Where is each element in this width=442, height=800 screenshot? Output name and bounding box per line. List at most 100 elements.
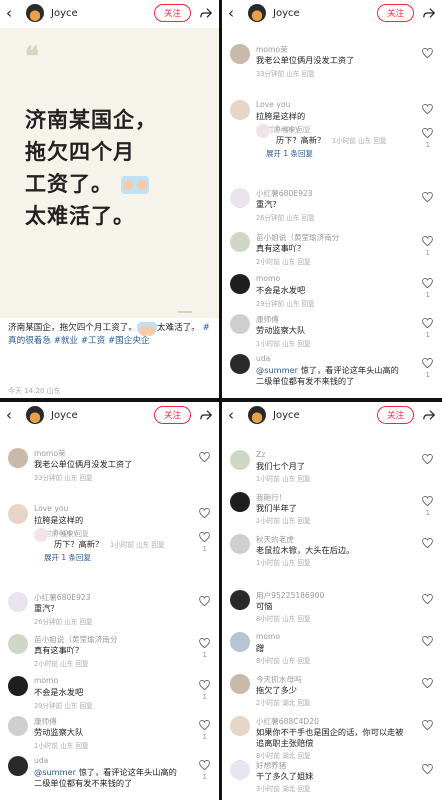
heart-icon[interactable]: [422, 720, 433, 731]
replier-name[interactable]: happy: [54, 528, 78, 537]
comment-meta[interactable]: 29分钟前 山东 回复: [34, 700, 93, 710]
hashtag[interactable]: #工资: [81, 336, 105, 346]
follow-button[interactable]: 关注: [153, 4, 191, 22]
avatar[interactable]: [248, 406, 266, 424]
avatar[interactable]: [26, 4, 44, 22]
commenter-avatar[interactable]: [230, 314, 250, 334]
heart-icon[interactable]: [422, 236, 433, 247]
heart-icon[interactable]: [422, 538, 433, 549]
comment-meta[interactable]: 29分钟前 山东 回复: [256, 298, 315, 308]
chevron-left-icon[interactable]: ‹: [6, 407, 20, 423]
commenter-avatar[interactable]: [230, 632, 250, 652]
commenter-name[interactable]: 康师傅: [256, 314, 279, 325]
commenter-avatar[interactable]: [230, 188, 250, 208]
commenter-name[interactable]: 好想养猪: [256, 760, 286, 771]
commenter-name[interactable]: 苗小姐说（黄莹瑜济南分: [34, 634, 118, 645]
heart-icon[interactable]: [422, 192, 433, 203]
heart-icon[interactable]: [422, 496, 433, 507]
heart-icon[interactable]: [199, 452, 210, 463]
comment-meta[interactable]: 1小时前 山东 回复: [34, 740, 89, 750]
commenter-name[interactable]: 小红薯680E923: [34, 592, 91, 603]
reply-meta[interactable]: 1小时前 山东 回复: [110, 539, 165, 549]
hashtag[interactable]: #国企央企: [108, 336, 150, 346]
expand-replies-link[interactable]: 展开 1 条回复: [266, 148, 313, 159]
heart-icon[interactable]: [199, 680, 210, 691]
comment-meta[interactable]: 3小时前 湖北 回复: [256, 783, 311, 793]
username[interactable]: Joyce: [51, 410, 154, 421]
heart-icon[interactable]: [422, 104, 433, 115]
username[interactable]: Joyce: [51, 8, 154, 19]
commenter-avatar[interactable]: [8, 716, 28, 736]
heart-icon[interactable]: [422, 636, 433, 647]
comment-meta[interactable]: 1小时前 山东 回复: [256, 473, 311, 483]
heart-icon[interactable]: [422, 594, 433, 605]
commenter-avatar[interactable]: [8, 676, 28, 696]
heart-icon[interactable]: [422, 128, 433, 139]
comment-meta[interactable]: 8小时前 山东 回复: [256, 655, 311, 665]
chevron-left-icon[interactable]: ‹: [6, 5, 20, 21]
comment-meta[interactable]: 8小时前 湖北 回复: [256, 750, 311, 760]
post-image[interactable]: ❝ 济南某国企， 拖欠四个月 工资了。 太难活了。: [0, 28, 219, 318]
commenter-avatar[interactable]: [230, 354, 250, 374]
reply-meta[interactable]: 1小时前 山东 回复: [332, 135, 387, 145]
heart-icon[interactable]: [199, 720, 210, 731]
share-icon[interactable]: [199, 408, 213, 422]
comment-meta[interactable]: 1小时前 山东 回复: [256, 557, 311, 567]
commenter-name[interactable]: 秋天的老虎: [256, 534, 294, 545]
follow-button[interactable]: 关注: [153, 406, 191, 424]
commenter-avatar[interactable]: [8, 756, 28, 776]
commenter-name[interactable]: 今天抓水母吗: [256, 674, 302, 685]
avatar[interactable]: [26, 406, 44, 424]
comment-meta[interactable]: 2小时前 湖北 回复: [256, 697, 311, 707]
commenter-name[interactable]: 苗小姐说（黄莹瑜济南分: [256, 232, 340, 243]
heart-icon[interactable]: [422, 278, 433, 289]
commenter-name[interactable]: 小红薯688C4D20: [256, 716, 319, 727]
comment-meta[interactable]: 1小时前 山东 回复: [256, 515, 311, 525]
commenter-avatar[interactable]: [230, 44, 250, 64]
comment-meta[interactable]: 2小时前 山东 回复: [34, 658, 89, 668]
chevron-left-icon[interactable]: ‹: [228, 5, 242, 21]
follow-button[interactable]: 关注: [376, 406, 414, 424]
commenter-name[interactable]: Love you: [34, 504, 68, 513]
share-icon[interactable]: [422, 6, 436, 20]
commenter-avatar[interactable]: [230, 232, 250, 252]
heart-icon[interactable]: [422, 48, 433, 59]
commenter-name[interactable]: 用户95225186900: [256, 590, 324, 601]
comment-meta[interactable]: 33分钟前 山东 回复: [34, 472, 93, 482]
avatar[interactable]: [248, 4, 266, 22]
heart-icon[interactable]: [422, 358, 433, 369]
follow-button[interactable]: 关注: [376, 4, 414, 22]
commenter-avatar[interactable]: [230, 674, 250, 694]
replier-name[interactable]: happy: [276, 124, 300, 133]
commenter-name[interactable]: uda: [34, 756, 48, 765]
commenter-name[interactable]: 小红薯680E923: [256, 188, 313, 199]
username[interactable]: Joyce: [273, 410, 377, 421]
commenter-avatar[interactable]: [230, 590, 250, 610]
commenter-name[interactable]: momo茉: [34, 448, 66, 459]
commenter-avatar[interactable]: [8, 634, 28, 654]
commenter-avatar[interactable]: [230, 716, 250, 736]
share-icon[interactable]: [199, 6, 213, 20]
replier-avatar[interactable]: [256, 124, 270, 138]
commenter-name[interactable]: Zz: [256, 450, 265, 459]
comment-meta[interactable]: 8小时前 山东 回复: [256, 613, 311, 623]
commenter-name[interactable]: momo: [256, 274, 280, 283]
mention[interactable]: @summer: [256, 365, 298, 375]
hashtag[interactable]: #就业: [54, 336, 78, 346]
commenter-avatar[interactable]: [230, 760, 250, 780]
heart-icon[interactable]: [199, 760, 210, 771]
chevron-left-icon[interactable]: ‹: [228, 407, 242, 423]
commenter-name[interactable]: Love you: [256, 100, 290, 109]
heart-icon[interactable]: [422, 454, 433, 465]
commenter-avatar[interactable]: [230, 534, 250, 554]
heart-icon[interactable]: [199, 532, 210, 543]
commenter-avatar[interactable]: [8, 592, 28, 612]
commenter-avatar[interactable]: [230, 450, 250, 470]
mention[interactable]: @summer: [34, 767, 76, 777]
commenter-avatar[interactable]: [230, 492, 250, 512]
heart-icon[interactable]: [422, 318, 433, 329]
comment-meta[interactable]: 33分钟前 山东 回复: [256, 68, 315, 78]
heart-icon[interactable]: [199, 596, 210, 607]
commenter-name[interactable]: uda: [256, 354, 270, 363]
heart-icon[interactable]: [422, 678, 433, 689]
